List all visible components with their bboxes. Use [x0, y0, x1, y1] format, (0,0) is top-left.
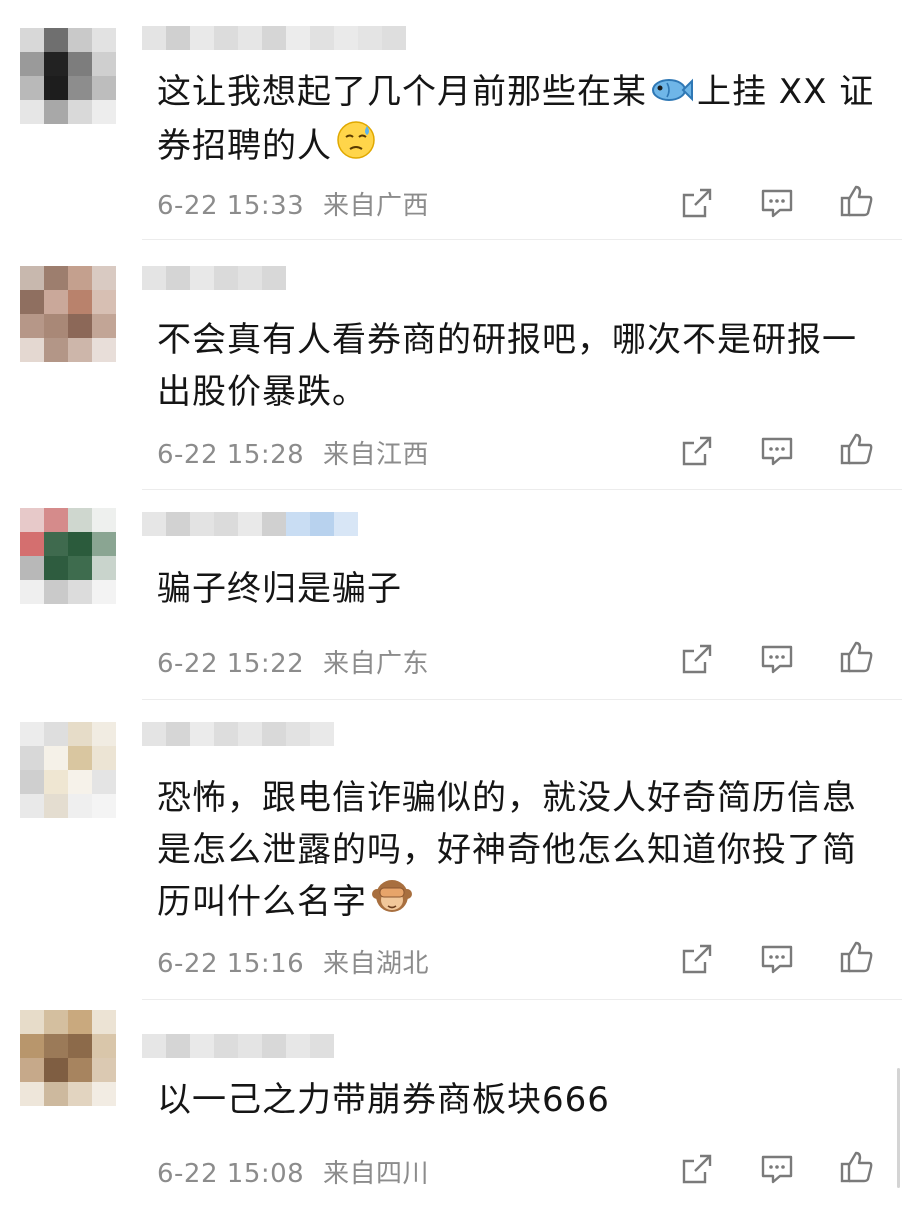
avatar[interactable]: [20, 28, 116, 124]
avatar[interactable]: [20, 508, 116, 604]
share-icon[interactable]: [680, 942, 714, 976]
username-blurred[interactable]: [142, 26, 406, 50]
comment-item: 恐怖，跟电信诈骗似的，就没人好奇简历信息是怎么泄露的吗，好神奇他怎么知道你投了简…: [0, 700, 902, 1000]
avatar[interactable]: [20, 722, 116, 818]
comment-time: 6-22 15:28: [157, 440, 305, 470]
comment-icon[interactable]: [760, 1152, 794, 1186]
sweat-face-icon: [336, 120, 376, 175]
comment-meta: 6-22 15:22 来自广东: [157, 643, 429, 680]
share-icon[interactable]: [680, 186, 714, 220]
comment-text: 以一己之力带崩券商板块666: [157, 1080, 610, 1120]
comment-text: 恐怖，跟电信诈骗似的，就没人好奇简历信息是怎么泄露的吗，好神奇他怎么知道你投了简…: [157, 772, 887, 931]
comment-location: 来自四川: [322, 1159, 429, 1189]
comment-icon[interactable]: [760, 942, 794, 976]
share-icon[interactable]: [680, 1152, 714, 1186]
scrollbar[interactable]: [897, 1068, 900, 1188]
comment-text: 这让我想起了几个月前那些在某 上挂 XX 证券招聘的人: [157, 66, 887, 175]
comment-time: 6-22 15:08: [157, 1159, 305, 1189]
comment-location: 来自广西: [322, 191, 429, 221]
fish-icon: [651, 68, 693, 120]
comment-location: 来自江西: [322, 440, 429, 470]
username-blurred[interactable]: [142, 1034, 334, 1058]
comment-icon[interactable]: [760, 642, 794, 676]
share-icon[interactable]: [680, 642, 714, 676]
thumbs-up-icon[interactable]: [840, 640, 874, 674]
comment-time: 6-22 15:33: [157, 191, 305, 221]
comment-text: 骗子终归是骗子: [157, 569, 402, 609]
see-no-evil-monkey-icon: [371, 876, 413, 931]
comment-text-part: 恐怖，跟电信诈骗似的，就没人好奇简历信息是怎么泄露的吗，好神奇他怎么知道你投了简…: [157, 778, 857, 922]
username-blurred[interactable]: [142, 722, 334, 746]
comment-item: 以一己之力带崩券商板块666 6-22 15:08 来自四川: [0, 1000, 902, 1218]
thumbs-up-icon[interactable]: [840, 184, 874, 218]
share-icon[interactable]: [680, 434, 714, 468]
avatar[interactable]: [20, 1010, 116, 1106]
thumbs-up-icon[interactable]: [840, 432, 874, 466]
comment-text: 不会真有人看券商的研报吧，哪次不是研报一出股价暴跌。: [157, 320, 857, 412]
comment-location: 来自湖北: [322, 949, 429, 979]
comment-time: 6-22 15:22: [157, 649, 305, 679]
comment-item: 这让我想起了几个月前那些在某 上挂 XX 证券招聘的人 6-22 15:33 来自…: [0, 0, 902, 240]
comment-meta: 6-22 15:33 来自广西: [157, 185, 429, 222]
username-blurred[interactable]: [142, 266, 286, 290]
comment-meta: 6-22 15:16 来自湖北: [157, 943, 429, 980]
comment-item: 骗子终归是骗子 6-22 15:22 来自广东: [0, 490, 902, 700]
comment-time: 6-22 15:16: [157, 949, 305, 979]
username-blurred[interactable]: [142, 512, 358, 536]
thumbs-up-icon[interactable]: [840, 940, 874, 974]
comment-meta: 6-22 15:08 来自四川: [157, 1153, 429, 1190]
comment-item: 不会真有人看券商的研报吧，哪次不是研报一出股价暴跌。 6-22 15:28 来自…: [0, 240, 902, 490]
comment-location: 来自广东: [322, 649, 429, 679]
comment-icon[interactable]: [760, 186, 794, 220]
avatar[interactable]: [20, 266, 116, 362]
thumbs-up-icon[interactable]: [840, 1150, 874, 1184]
comment-meta: 6-22 15:28 来自江西: [157, 434, 429, 471]
comment-text-part: 这让我想起了几个月前那些在某: [157, 72, 647, 112]
comment-icon[interactable]: [760, 434, 794, 468]
